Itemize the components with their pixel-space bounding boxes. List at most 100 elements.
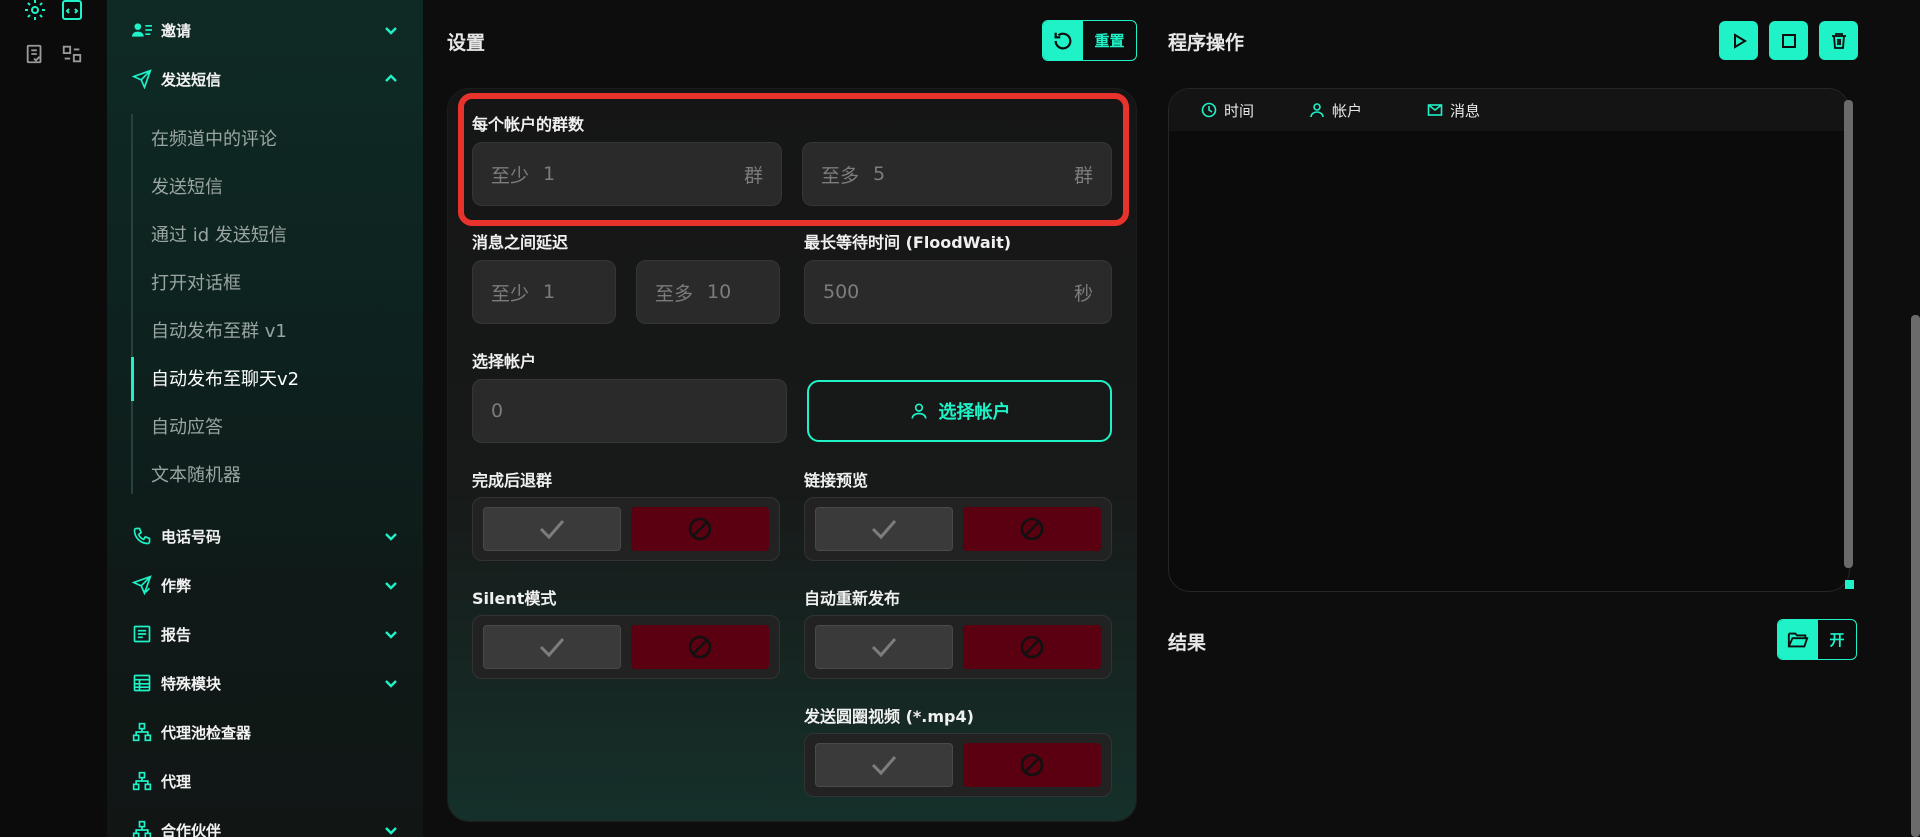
field-suffix: 秒 — [1073, 282, 1093, 305]
icon-rail — [0, 0, 107, 837]
select-accounts-button[interactable]: 选择帐户 — [807, 380, 1112, 442]
silent-mode-label: Silent模式 — [472, 589, 557, 608]
ban-icon — [1020, 517, 1044, 541]
sidebar-section-partners[interactable]: 合作伙伴 — [107, 810, 423, 837]
sidebar-section-label: 特殊模块 — [161, 674, 222, 693]
leave-after-toggle — [472, 497, 780, 561]
flood-wait-field[interactable]: 500 秒 — [804, 260, 1112, 324]
users-list-icon — [131, 19, 153, 41]
toggle-on-button[interactable] — [815, 743, 953, 787]
check-icon — [871, 756, 897, 776]
sidebar-section-phone[interactable]: 电话号码 — [107, 516, 423, 556]
toggle-on-button[interactable] — [483, 507, 621, 551]
chevron-down-icon — [385, 27, 397, 35]
toggle-on-button[interactable] — [483, 625, 621, 669]
sidebar-section-proxy-checker[interactable]: 代理池检查器 — [107, 712, 423, 752]
network-icon — [131, 721, 153, 743]
sub-item-channel-comments[interactable]: 在频道中的评论 — [151, 125, 277, 155]
send-icon — [131, 68, 153, 90]
auto-repost-toggle — [804, 615, 1112, 679]
code-window-icon[interactable] — [58, 0, 86, 24]
field-value: 500 — [823, 281, 860, 303]
toggle-off-button[interactable] — [963, 743, 1101, 787]
user-icon — [1310, 103, 1324, 118]
sub-item-auto-reply[interactable]: 自动应答 — [151, 413, 223, 443]
sidebar-section-special[interactable]: 特殊模块 — [107, 663, 423, 703]
operations-title: 程序操作 — [1168, 32, 1245, 54]
sub-item-open-dialogs[interactable]: 打开对话框 — [151, 269, 241, 299]
start-button[interactable] — [1719, 21, 1758, 60]
chevron-down-icon — [385, 631, 397, 639]
log-table: 时间 帐户 消息 — [1168, 88, 1850, 592]
toggle-off-button[interactable] — [631, 625, 769, 669]
sub-item-autopost-v2[interactable]: 自动发布至聊天v2 — [151, 365, 299, 395]
column-label: 时间 — [1224, 101, 1255, 120]
sub-item-send-by-id[interactable]: 通过 id 发送短信 — [151, 221, 287, 251]
auto-repost-label: 自动重新发布 — [804, 589, 901, 608]
network-icon — [131, 819, 153, 837]
sidebar-section-cheat[interactable]: 作弊 — [107, 565, 423, 605]
sidebar-section-send-sms[interactable]: 发送短信 — [107, 59, 423, 99]
table-icon — [131, 672, 153, 694]
sidebar-section-label: 作弊 — [161, 576, 192, 595]
ban-icon — [1020, 753, 1044, 777]
field-value: 10 — [707, 281, 732, 303]
check-icon — [539, 520, 565, 540]
sidebar-section-report[interactable]: 报告 — [107, 614, 423, 654]
page-scrollbar[interactable] — [1911, 315, 1920, 837]
reset-button[interactable]: 重置 — [1042, 20, 1137, 61]
trash-icon — [1831, 32, 1846, 49]
select-accounts-button-label: 选择帐户 — [938, 402, 1011, 423]
settings-icon[interactable] — [21, 0, 49, 24]
stop-button[interactable] — [1769, 21, 1808, 60]
send-check-icon — [131, 574, 153, 596]
toggle-off-button[interactable] — [963, 625, 1101, 669]
sub-item-text-randomizer[interactable]: 文本随机器 — [151, 461, 241, 491]
sidebar-section-invite[interactable]: 邀请 — [107, 10, 423, 50]
log-scrollbar[interactable] — [1844, 100, 1853, 568]
column-message[interactable]: 消息 — [1427, 89, 1480, 131]
silent-mode-toggle — [472, 615, 780, 679]
open-folder-button[interactable]: 开 — [1777, 619, 1857, 660]
folder-open-icon — [1778, 620, 1818, 659]
open-label: 开 — [1829, 631, 1845, 649]
active-indicator — [131, 357, 134, 401]
resize-handle[interactable] — [1845, 580, 1854, 589]
log-header: 时间 帐户 消息 — [1169, 89, 1849, 131]
highlight-frame — [458, 93, 1129, 226]
select-accounts-label: 选择帐户 — [472, 352, 537, 371]
sidebar-section-proxy[interactable]: 代理 — [107, 761, 423, 801]
sub-item-autopost-v1[interactable]: 自动发布至群 v1 — [151, 317, 287, 347]
chevron-down-icon — [385, 827, 397, 835]
settings-title: 设置 — [447, 32, 486, 54]
sub-item-send-sms[interactable]: 发送短信 — [151, 173, 223, 203]
round-video-label: 发送圆圈视频 (*.mp4) — [804, 707, 974, 726]
reset-icon — [1043, 21, 1083, 60]
result-title: 结果 — [1168, 632, 1207, 654]
clear-button[interactable] — [1819, 21, 1858, 60]
sidebar-section-label: 代理池检查器 — [161, 723, 252, 742]
column-time[interactable]: 时间 — [1201, 89, 1254, 131]
transfer-icon[interactable] — [58, 40, 86, 68]
link-preview-label: 链接预览 — [804, 471, 869, 490]
column-label: 帐户 — [1332, 101, 1363, 120]
delay-min-field[interactable]: 至少 1 — [472, 260, 616, 324]
network-icon — [131, 770, 153, 792]
field-prefix: 至少 — [491, 282, 530, 305]
toggle-off-button[interactable] — [963, 507, 1101, 551]
delay-max-field[interactable]: 至多 10 — [636, 260, 780, 324]
accounts-count-field[interactable]: 0 — [472, 379, 787, 443]
sub-menu: 在频道中的评论 发送短信 通过 id 发送短信 打开对话框 自动发布至群 v1 … — [131, 114, 391, 494]
flood-wait-label: 最长等待时间 (FloodWait) — [804, 233, 1012, 252]
column-account[interactable]: 帐户 — [1309, 89, 1362, 131]
play-icon — [1733, 32, 1747, 49]
chevron-down-icon — [385, 533, 397, 541]
column-label: 消息 — [1450, 101, 1481, 120]
toggle-on-button[interactable] — [815, 625, 953, 669]
field-value: 0 — [491, 400, 504, 422]
toggle-on-button[interactable] — [815, 507, 953, 551]
clock-icon — [1201, 102, 1217, 118]
sidebar-section-label: 电话号码 — [161, 527, 222, 546]
checklist-icon[interactable] — [21, 40, 49, 68]
toggle-off-button[interactable] — [631, 507, 769, 551]
